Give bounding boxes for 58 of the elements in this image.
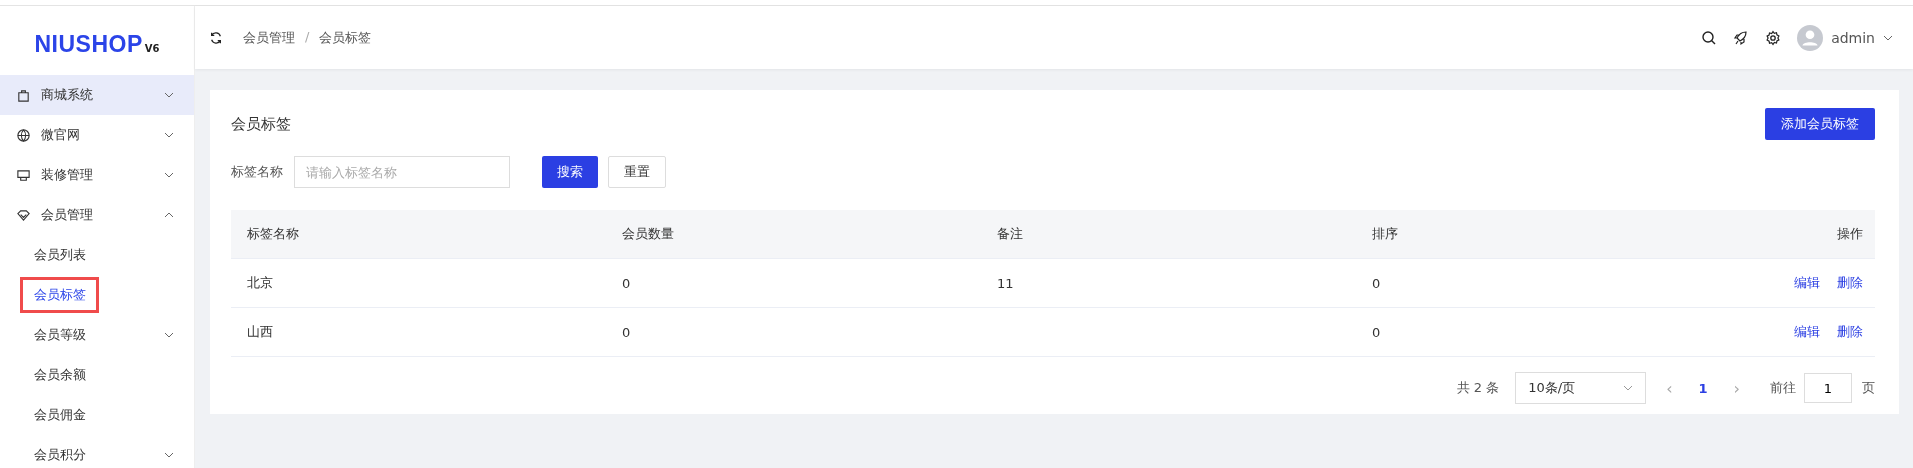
- table-cell: 山西: [247, 324, 273, 339]
- logo: NIUSHOP: [34, 31, 143, 58]
- menu-item[interactable]: 商城系统: [0, 75, 194, 115]
- action-link[interactable]: 编辑: [1794, 274, 1820, 292]
- reset-button[interactable]: 重置: [608, 156, 666, 188]
- page-size-select[interactable]: 10条/页: [1515, 372, 1647, 404]
- total-count: 共 2 条: [1456, 379, 1500, 397]
- search-icon[interactable]: [1701, 29, 1718, 46]
- diamond-icon: [16, 207, 31, 223]
- table-cell: 0: [622, 275, 631, 291]
- chevron-down-icon[interactable]: [1883, 34, 1893, 41]
- page-input[interactable]: 1: [1804, 373, 1852, 403]
- breadcrumb-item: 会员标签: [319, 28, 372, 47]
- refresh-icon[interactable]: [209, 30, 223, 45]
- rocket-icon[interactable]: [1733, 29, 1750, 46]
- column-header: 标签名称: [247, 225, 300, 243]
- settings-icon[interactable]: [1765, 29, 1782, 46]
- user-name[interactable]: admin: [1831, 29, 1875, 46]
- page-title: 会员标签: [231, 114, 291, 134]
- add-button[interactable]: 添加会员标签: [1765, 108, 1875, 140]
- table-cell: 0: [622, 324, 631, 340]
- column-header: 备注: [997, 225, 1024, 243]
- version-label: V6: [144, 43, 160, 54]
- goto-label: 前往: [1770, 379, 1796, 397]
- table-cell: 0: [1372, 324, 1381, 340]
- globe-icon: [16, 127, 31, 143]
- search-button[interactable]: 搜索: [542, 156, 598, 188]
- menu-item[interactable]: 会员管理: [0, 195, 194, 235]
- action-link[interactable]: 编辑: [1794, 323, 1820, 341]
- submenu-item[interactable]: 会员等级: [0, 315, 194, 355]
- bag-icon: [16, 87, 31, 103]
- chevron-down-icon: [164, 92, 174, 98]
- chevron-up-icon: [164, 212, 174, 218]
- column-header: 会员数量: [622, 225, 675, 243]
- menu-item[interactable]: 微官网: [0, 115, 194, 155]
- page-number[interactable]: 1: [1692, 380, 1714, 396]
- breadcrumb-item[interactable]: 会员管理: [243, 28, 295, 47]
- submenu-item[interactable]: 会员积分: [0, 435, 194, 468]
- column-header: 操作: [1836, 225, 1863, 243]
- breadcrumb-separator: /: [305, 28, 310, 46]
- menu-item[interactable]: 装修管理: [0, 155, 194, 195]
- chevron-down-icon: [164, 132, 174, 138]
- field-label: 标签名称: [231, 163, 283, 181]
- submenu-item[interactable]: 会员佣金: [0, 395, 194, 435]
- submenu-item[interactable]: 会员余额: [0, 355, 194, 395]
- search-field[interactable]: 请输入标签名称: [294, 156, 510, 188]
- monitor-icon: [16, 167, 31, 183]
- chevron-down-icon: [164, 172, 174, 178]
- column-header: 排序: [1372, 225, 1399, 243]
- submenu-item[interactable]: 会员标签: [0, 275, 194, 315]
- action-link[interactable]: 删除: [1837, 274, 1863, 292]
- table-cell: 11: [997, 275, 1014, 291]
- table-cell: 0: [1372, 275, 1381, 291]
- chevron-down-icon: [1623, 385, 1634, 391]
- action-link[interactable]: 删除: [1837, 323, 1863, 341]
- table-cell: 北京: [247, 275, 273, 290]
- page-suffix: 页: [1862, 379, 1875, 397]
- submenu-item[interactable]: 会员列表: [0, 235, 194, 275]
